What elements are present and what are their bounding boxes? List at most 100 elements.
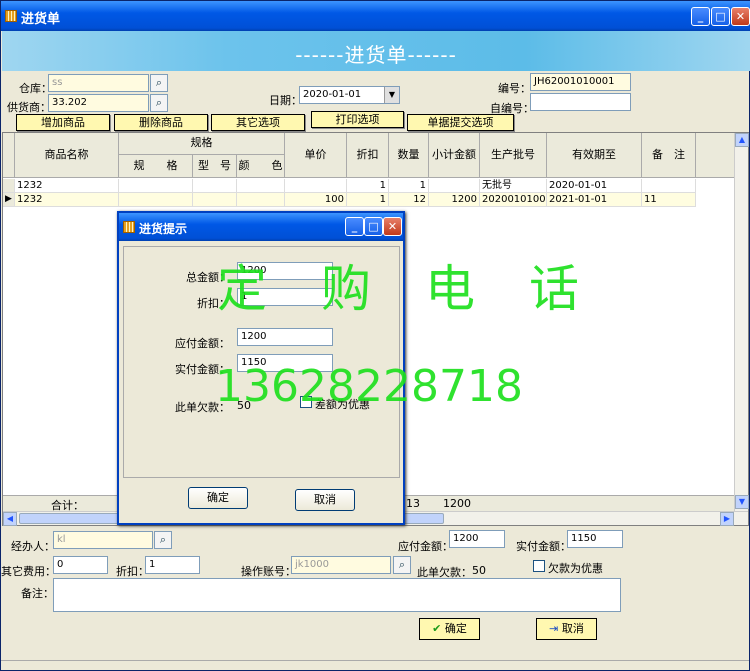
paid-label: 实付金额： (516, 540, 571, 553)
col-spec[interactable]: 规 格 (119, 155, 193, 178)
dialog-close-icon[interactable]: ✕ (383, 217, 402, 236)
cell-price[interactable]: 100 (285, 193, 347, 207)
confirm-label: 确定 (444, 622, 467, 635)
handler-field[interactable]: kl (53, 531, 153, 549)
scroll-left-icon[interactable]: ◀ (3, 512, 17, 526)
col-note[interactable]: 备 注 (642, 133, 696, 178)
payable-field[interactable]: 1200 (449, 530, 505, 548)
col-empty (696, 133, 735, 178)
header-banner: ------进货单------ (2, 31, 750, 71)
cell-model[interactable] (193, 193, 237, 207)
discount-field[interactable]: 1 (145, 556, 200, 574)
cell-subtotal[interactable] (429, 179, 480, 193)
vertical-scrollbar[interactable]: ▲ ▼ (734, 133, 749, 511)
cell-expiry[interactable]: 2020-01-01 (547, 179, 642, 193)
self-number-field[interactable] (530, 93, 631, 111)
cell-discount[interactable]: 1 (347, 179, 389, 193)
maximize-icon[interactable]: □ (711, 7, 730, 26)
col-expiry[interactable]: 有效期至 (547, 133, 642, 178)
col-price[interactable]: 单价 (285, 133, 347, 178)
cell-spec[interactable] (119, 179, 193, 193)
cell-note[interactable] (642, 179, 696, 193)
operator-field[interactable]: jk1000 (291, 556, 391, 574)
col-model[interactable]: 型 号 (193, 155, 237, 178)
col-spec-group: 规格 (119, 133, 285, 155)
page-title: ------进货单------ (295, 43, 457, 67)
cell-note[interactable]: 11 (642, 193, 696, 207)
debt-discount-checkbox[interactable] (533, 560, 545, 572)
payable-label: 应付金额： (398, 540, 453, 553)
row-indicator (3, 179, 15, 193)
cell-name[interactable]: 1232 (15, 179, 119, 193)
col-subtotal[interactable]: 小计金额 (429, 133, 480, 178)
cell-batch[interactable]: 2020010100 (480, 193, 547, 207)
scroll-right-icon[interactable]: ▶ (720, 512, 734, 526)
window-title: 进货单 (21, 12, 61, 27)
col-batch[interactable]: 生产批号 (480, 133, 547, 178)
handler-label: 经办人： (11, 540, 55, 553)
dialog-payable-field[interactable]: 1200 (237, 328, 333, 346)
close-icon[interactable]: ✕ (731, 7, 750, 26)
dialog-maximize-icon[interactable]: □ (364, 217, 383, 236)
total-amount: 1200 (443, 497, 471, 510)
warehouse-picker-icon[interactable]: ⌕ (150, 74, 168, 92)
debt-value: 50 (472, 564, 486, 577)
cancel-button[interactable]: ⇥ 取消 (536, 618, 597, 640)
number-field[interactable]: JH62001010001 (530, 73, 631, 91)
supplier-label: 供货商： (7, 101, 51, 114)
supplier-picker-icon[interactable]: ⌕ (150, 94, 168, 112)
operator-label: 操作账号： (241, 565, 296, 578)
dropdown-arrow-icon[interactable]: ▼ (384, 87, 399, 103)
cell-expiry[interactable]: 2021-01-01 (547, 193, 642, 207)
dialog-minimize-icon[interactable]: _ (345, 217, 364, 236)
watermark-phone-label: 定 购 电 话 (217, 260, 581, 318)
confirm-button[interactable]: ✔ 确定 (419, 618, 480, 640)
paid-field[interactable]: 1150 (567, 530, 623, 548)
check-icon: ✔ (432, 622, 442, 635)
cell-qty[interactable]: 12 (389, 193, 429, 207)
cell-qty[interactable]: 1 (389, 179, 429, 193)
col-name[interactable]: 商品名称 (15, 133, 119, 178)
cell-discount[interactable]: 1 (347, 193, 389, 207)
title-bar[interactable]: 进货单 _ □ ✕ (1, 1, 750, 31)
cell-spec[interactable] (119, 193, 193, 207)
cell-subtotal[interactable]: 1200 (429, 193, 480, 207)
handler-picker-icon[interactable]: ⌕ (154, 531, 172, 549)
operator-picker-icon[interactable]: ⌕ (393, 556, 411, 574)
remark-field[interactable] (53, 578, 621, 612)
watermark-phone-number: 13628228718 (215, 361, 523, 412)
cell-color[interactable] (237, 193, 285, 207)
other-fee-field[interactable]: 0 (53, 556, 108, 574)
other-options-button[interactable]: 其它选项 (211, 114, 305, 131)
supplier-field[interactable]: 33.202 (48, 94, 149, 112)
number-label: 编号： (498, 82, 531, 95)
dialog-ok-button[interactable]: 确定 (188, 487, 248, 509)
col-discount[interactable]: 折扣 (347, 133, 389, 178)
cell-color[interactable] (237, 179, 285, 193)
dialog-payable-label: 应付金额： (175, 337, 230, 350)
add-product-button[interactable]: 增加商品 (16, 114, 110, 131)
minimize-icon[interactable]: _ (691, 7, 710, 26)
other-fee-label: 其它费用： (1, 565, 56, 578)
date-value: 2020-01-01 (303, 89, 362, 100)
delete-product-button[interactable]: 删除商品 (114, 114, 208, 131)
debt-discount-label: 欠款为优惠 (548, 562, 603, 575)
date-label: 日期： (269, 94, 302, 107)
main-window: 进货单 _ □ ✕ ------进货单------ 仓库： ss ⌕ 供货商： … (0, 0, 750, 671)
date-picker[interactable]: 2020-01-01 ▼ (299, 86, 400, 104)
scroll-down-icon[interactable]: ▼ (735, 495, 749, 509)
dialog-grid-icon (123, 221, 135, 233)
cell-model[interactable] (193, 179, 237, 193)
scroll-up-icon[interactable]: ▲ (735, 133, 749, 147)
cell-name[interactable]: 1232 (15, 193, 119, 207)
print-options-button[interactable]: 打印选项 (311, 111, 404, 128)
cell-batch[interactable]: 无批号 (480, 179, 547, 193)
app-grid-icon (5, 10, 17, 22)
col-qty[interactable]: 数量 (389, 133, 429, 178)
dialog-cancel-button[interactable]: 取消 (295, 489, 355, 511)
cell-price[interactable] (285, 179, 347, 193)
warehouse-field[interactable]: ss (48, 74, 149, 92)
dialog-title-bar[interactable]: 进货提示 _ □ ✕ (119, 213, 403, 241)
col-color[interactable]: 颜 色 (237, 155, 285, 178)
submit-options-button[interactable]: 单据提交选项 (407, 114, 514, 131)
